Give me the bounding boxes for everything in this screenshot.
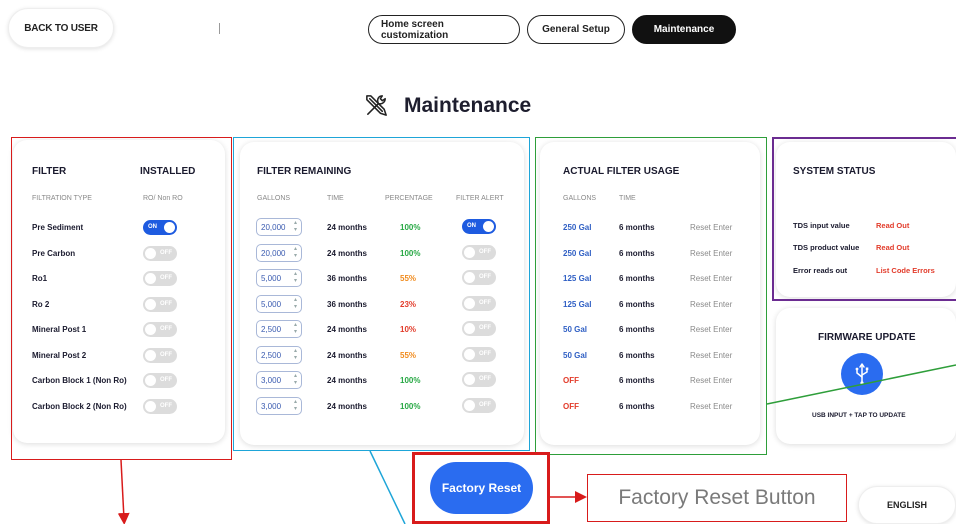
annotation-line-remaining — [369, 450, 406, 524]
firmware-title: FIRMWARE UPDATE — [818, 332, 916, 343]
tab-maintenance[interactable]: Maintenance — [632, 15, 736, 44]
divider — [219, 23, 220, 34]
factory-reset-button[interactable]: Factory Reset — [430, 462, 533, 514]
tab-home-screen-customization[interactable]: Home screen customization — [368, 15, 520, 44]
annotation-arrow-filter — [117, 459, 130, 524]
annotation-frame-usage — [535, 137, 767, 455]
page-title-text: Maintenance — [404, 93, 532, 117]
annotation-frame-status — [772, 137, 956, 301]
firmware-caption: USB INPUT + TAP TO UPDATE — [812, 412, 906, 419]
tab-general-setup[interactable]: General Setup — [527, 15, 625, 44]
firmware-update-button[interactable] — [841, 353, 883, 395]
back-to-user-button[interactable]: BACK TO USER — [8, 8, 114, 48]
tools-icon — [366, 95, 387, 116]
usb-icon — [855, 363, 869, 385]
page-title: Maintenance — [363, 92, 531, 119]
annotation-frame-remaining — [233, 137, 530, 451]
language-button[interactable]: ENGLISH — [858, 486, 956, 524]
tab-bar: Home screen customization General Setup … — [368, 15, 736, 44]
firmware-card: FIRMWARE UPDATE USB INPUT + TAP TO UPDAT… — [776, 308, 956, 444]
annotation-frame-filter — [11, 137, 232, 460]
factory-reset-callout: Factory Reset Button — [587, 474, 847, 522]
